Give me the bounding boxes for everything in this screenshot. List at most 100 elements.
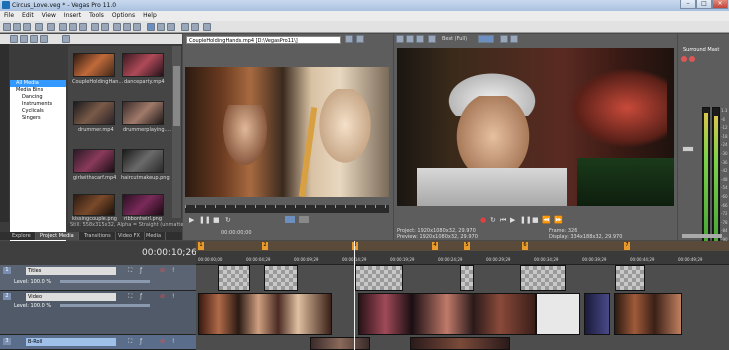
solo-icon[interactable]: !: [172, 267, 174, 274]
track-motion-icon[interactable]: ⛶: [128, 293, 132, 301]
lock-envelopes-icon[interactable]: [181, 23, 189, 31]
tab-explorer[interactable]: Explore: [8, 232, 36, 240]
media-scrollbar[interactable]: [172, 46, 181, 218]
tab-video-fx[interactable]: Video FX: [114, 232, 145, 240]
title-clip[interactable]: [460, 265, 474, 291]
media-thumbnail[interactable]: [73, 149, 115, 173]
loop-playback-icon[interactable]: ↻: [490, 216, 496, 224]
trimmer-timeline[interactable]: [185, 205, 389, 213]
media-fx-icon[interactable]: [30, 35, 38, 43]
redo-icon[interactable]: [101, 23, 109, 31]
selection-tool-icon[interactable]: [133, 23, 141, 31]
playhead-cursor[interactable]: [354, 241, 355, 350]
render-icon[interactable]: [47, 23, 55, 31]
go-to-start-icon[interactable]: ⏪: [542, 216, 551, 224]
media-thumbnail[interactable]: [122, 149, 164, 173]
video-clip[interactable]: [358, 293, 536, 335]
track-fx-icon[interactable]: ƒ: [140, 293, 142, 300]
project-video-properties-icon[interactable]: [396, 35, 404, 43]
menu-options[interactable]: Options: [108, 11, 139, 20]
help-icon[interactable]: [203, 23, 211, 31]
tree-item-media-bins[interactable]: Media Bins: [10, 87, 66, 94]
undo-icon[interactable]: [91, 23, 99, 31]
title-clip[interactable]: [355, 265, 403, 291]
add-to-timeline-icon[interactable]: [285, 216, 295, 223]
play-icon[interactable]: ▶: [510, 216, 515, 224]
marker-1[interactable]: 1: [198, 242, 204, 250]
play-icon[interactable]: ▶: [189, 216, 194, 224]
title-clip[interactable]: [615, 265, 645, 291]
track-motion-icon[interactable]: ⛶: [128, 267, 132, 275]
envelope-tool-icon[interactable]: [123, 23, 131, 31]
master-pan-slider[interactable]: [682, 234, 722, 238]
import-media-icon[interactable]: [10, 35, 18, 43]
ignore-grouping-icon[interactable]: [191, 23, 199, 31]
media-thumbnail[interactable]: [73, 53, 115, 77]
master-mute-icon[interactable]: [681, 56, 687, 62]
pause-icon[interactable]: ❚❚: [520, 216, 532, 224]
trimmer-option-icon[interactable]: [345, 35, 353, 43]
b-roll-clip[interactable]: [410, 337, 510, 350]
scroll-thumb[interactable]: [173, 66, 180, 126]
title-clip[interactable]: [520, 265, 566, 291]
close-button[interactable]: ✕: [712, 0, 728, 9]
trimmer-file-select[interactable]: CoupleHoldingHands.mp4 [D:\VegasPro11\]: [186, 36, 341, 44]
timeline-ruler[interactable]: 1 2 3 4 5 6 7 00:00:00;00 00:00:04;29 00…: [196, 241, 729, 265]
auto-crossfade-icon[interactable]: [157, 23, 165, 31]
save-icon[interactable]: [23, 23, 31, 31]
mute-icon[interactable]: ⊘: [160, 267, 165, 274]
tree-item-all-media[interactable]: All Media: [10, 80, 66, 87]
loop-icon[interactable]: ↻: [225, 216, 231, 224]
tree-item-dancing[interactable]: Dancing: [10, 94, 66, 101]
copy-icon[interactable]: [69, 23, 77, 31]
media-thumbnail[interactable]: [73, 101, 115, 125]
add-from-cursor-icon[interactable]: [299, 216, 309, 223]
track-header-titles[interactable]: 1 Titles Level: 100.0 % ⛶ ƒ ⊘ !: [0, 265, 196, 291]
level-slider[interactable]: [60, 304, 150, 307]
title-clip[interactable]: [218, 265, 250, 291]
video-fx-icon[interactable]: [416, 35, 424, 43]
menu-help[interactable]: Help: [139, 11, 161, 20]
tab-transitions[interactable]: Transitions: [80, 232, 116, 240]
video-clip[interactable]: [614, 293, 682, 335]
media-thumbnail[interactable]: [122, 53, 164, 77]
master-fader-handle[interactable]: [682, 146, 694, 152]
track-fx-icon[interactable]: ƒ: [140, 338, 142, 345]
track-name[interactable]: B-Roll: [26, 338, 116, 346]
snapping-icon[interactable]: [147, 23, 155, 31]
external-monitor-icon[interactable]: [406, 35, 414, 43]
preview-quality-select[interactable]: Best (Full): [442, 36, 467, 42]
menu-tools[interactable]: Tools: [85, 11, 108, 20]
tree-item-instruments[interactable]: Instruments: [10, 101, 66, 108]
marker-4[interactable]: 4: [432, 242, 438, 250]
capture-icon[interactable]: [20, 35, 28, 43]
media-thumbnail[interactable]: [122, 101, 164, 125]
track-fx-icon[interactable]: ƒ: [140, 267, 142, 274]
title-clip[interactable]: [264, 265, 298, 291]
new-icon[interactable]: [3, 23, 11, 31]
trimmer-history-icon[interactable]: [356, 35, 364, 43]
b-roll-clip[interactable]: [310, 337, 370, 350]
open-icon[interactable]: [13, 23, 21, 31]
master-solo-icon[interactable]: [689, 56, 695, 62]
menu-insert[interactable]: Insert: [60, 11, 85, 20]
copy-snapshot-icon[interactable]: [500, 35, 508, 43]
track-name[interactable]: Titles: [26, 267, 116, 275]
menu-view[interactable]: View: [38, 11, 60, 20]
stop-icon[interactable]: ■: [532, 216, 539, 224]
level-slider[interactable]: [60, 280, 150, 283]
tree-item-cyclicals[interactable]: Cyclicals: [10, 108, 66, 115]
tree-item-singers[interactable]: Singers: [10, 115, 66, 122]
paste-icon[interactable]: [79, 23, 87, 31]
track-name[interactable]: Video: [26, 293, 116, 301]
stop-icon[interactable]: ■: [213, 216, 220, 224]
menu-file[interactable]: File: [0, 11, 18, 20]
media-thumbnail[interactable]: [73, 194, 115, 216]
go-to-end-icon[interactable]: ⏩: [554, 216, 563, 224]
normal-edit-tool-icon[interactable]: [113, 23, 121, 31]
cut-icon[interactable]: [59, 23, 67, 31]
overlays-icon[interactable]: [478, 35, 494, 43]
solo-icon[interactable]: !: [172, 293, 174, 300]
minimize-button[interactable]: –: [680, 0, 696, 9]
save-snapshot-icon[interactable]: [510, 35, 518, 43]
